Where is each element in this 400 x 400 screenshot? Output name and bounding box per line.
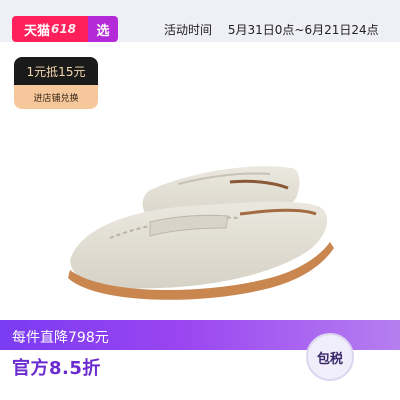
tmall-618-badge: 天猫 618 选 (12, 16, 118, 42)
tmall-logo: 天猫 618 (12, 16, 88, 42)
front-shoe (68, 201, 334, 300)
tmall-label: 天猫 (23, 23, 50, 39)
coupon-card[interactable]: 1元抵15元 进店铺兑换 (14, 57, 98, 109)
activity-time-range: 5月31日0点~6月21日24点 (227, 23, 379, 37)
activity-time: 活动时间 5月31日0点~6月21日24点 (164, 21, 379, 38)
promo-discount: 官方8.5折 (12, 358, 101, 379)
tax-included-badge: 包税 (306, 333, 354, 381)
select-label: 选 (88, 16, 118, 42)
product-image (68, 166, 334, 300)
event-number: 618 (50, 22, 77, 36)
top-banner: 天猫 618 选 活动时间 5月31日0点~6月21日24点 (0, 0, 400, 42)
promo-price-drop: 每件直降798元 (12, 330, 109, 346)
coupon-redeem-button[interactable]: 进店铺兑换 (14, 85, 98, 109)
coupon-value: 1元抵15元 (14, 57, 98, 85)
activity-time-label: 活动时间 (164, 23, 213, 37)
